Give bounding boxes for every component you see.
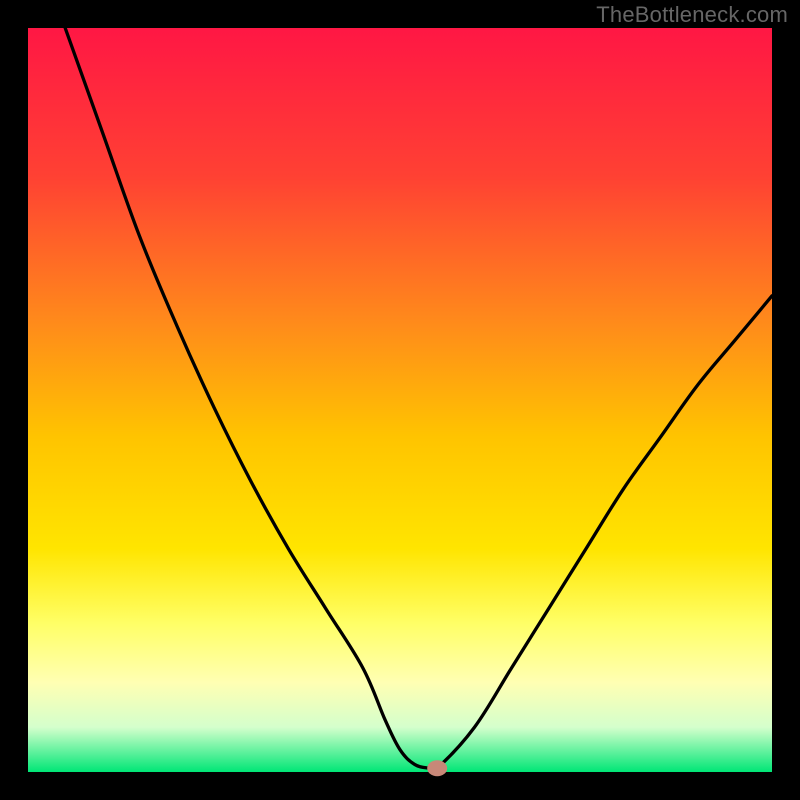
optimal-point-marker (427, 760, 447, 776)
attribution-label: TheBottleneck.com (596, 2, 788, 28)
chart-container: TheBottleneck.com (0, 0, 800, 800)
bottleneck-chart (0, 0, 800, 800)
plot-background (28, 28, 772, 772)
